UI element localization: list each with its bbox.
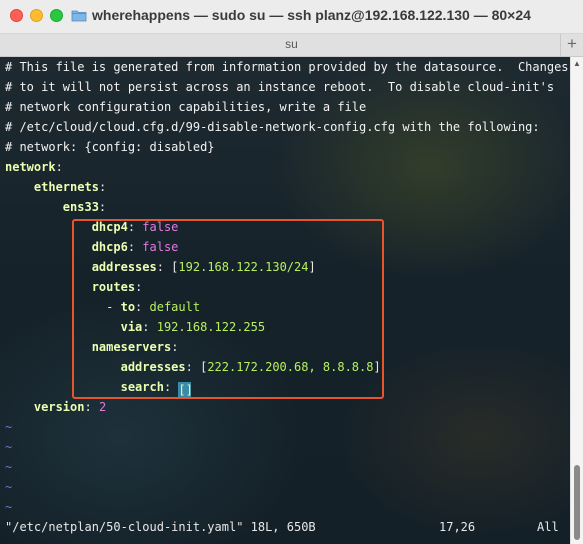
yaml-line-ens33: ens33: <box>62 200 107 214</box>
yaml-key: version <box>33 400 85 414</box>
title-bar[interactable]: wherehappens — sudo su — ssh planz@192.1… <box>0 0 583 34</box>
close-button[interactable] <box>10 9 23 22</box>
empty-line-marker: ~ <box>5 420 13 434</box>
empty-line-marker: ~ <box>5 480 13 494</box>
maximize-button[interactable] <box>50 9 63 22</box>
terminal-content[interactable]: # This file is generated from informatio… <box>0 57 570 544</box>
yaml-line-ethernets: ethernets: <box>33 180 107 194</box>
folder-icon <box>71 10 87 22</box>
scroll-thumb[interactable] <box>574 465 580 540</box>
status-scroll-position: All <box>537 520 559 534</box>
yaml-key: network <box>5 160 56 174</box>
scroll-up-arrow-icon[interactable]: ▲ <box>573 59 581 68</box>
yaml-line-version: version: 2 <box>33 400 107 414</box>
highlight-annotation-box <box>72 219 384 399</box>
empty-line-marker: ~ <box>5 500 13 514</box>
empty-line-marker: ~ <box>5 440 13 454</box>
comment-line: # This file is generated from informatio… <box>5 60 569 74</box>
tab-su[interactable]: su <box>0 37 583 51</box>
comment-line: # /etc/cloud/cloud.cfg.d/99-disable-netw… <box>5 120 540 134</box>
yaml-key: ens33 <box>62 200 99 214</box>
status-cursor-position: 17,26 <box>439 520 476 534</box>
status-file-info: "/etc/netplan/50-cloud-init.yaml" 18L, 6… <box>5 520 316 534</box>
comment-line: # network configuration capabilities, wr… <box>5 100 367 114</box>
terminal-window: wherehappens — sudo su — ssh planz@192.1… <box>0 0 583 544</box>
yaml-line-network: network: <box>5 160 63 174</box>
comment-line: # to it will not persist across an insta… <box>5 80 555 94</box>
new-tab-button[interactable]: + <box>560 34 583 56</box>
vertical-scrollbar[interactable]: ▲ <box>570 57 583 544</box>
yaml-value: 2 <box>98 400 107 414</box>
minimize-button[interactable] <box>30 9 43 22</box>
comment-line: # network: {config: disabled} <box>5 140 215 154</box>
tab-bar: su <box>0 34 583 57</box>
empty-line-marker: ~ <box>5 460 13 474</box>
yaml-key: ethernets <box>33 180 99 194</box>
window-title: wherehappens — sudo su — ssh planz@192.1… <box>92 7 531 23</box>
